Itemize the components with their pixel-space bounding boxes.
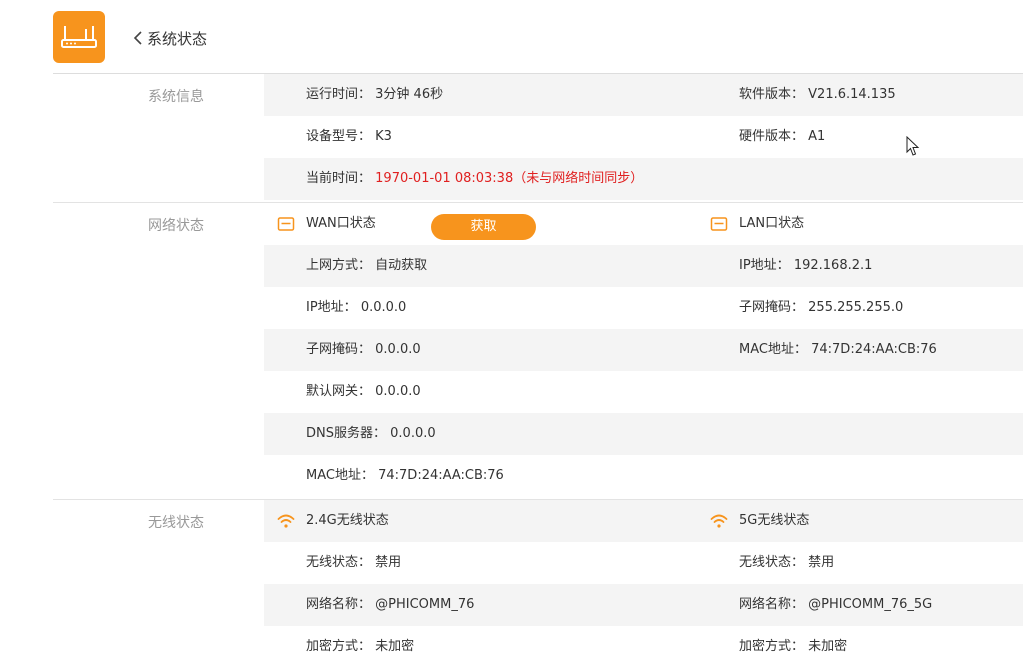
info-row: 当前时间： 1970-01-01 08:03:38（未与网络时间同步） (264, 158, 1023, 200)
band24-enc-value: 未加密 (375, 639, 415, 654)
wan-ip-value: 0.0.0.0 (360, 300, 407, 315)
band24-ssid-value: @PHICOMM_76 (375, 597, 475, 612)
model-label: 设备型号： (306, 129, 372, 144)
lan-mask-label: 子网掩码： (739, 300, 805, 315)
uptime-value: 3分钟 46秒 (375, 87, 444, 102)
hardware-version-value: A1 (808, 129, 826, 144)
info-row: 无线状态： 禁用 无线状态： 禁用 (264, 542, 1023, 584)
wan-gateway-value: 0.0.0.0 (375, 384, 421, 399)
wan-mac-value: 74:7D:24:AA:CB:76 (378, 468, 504, 483)
lan-status-title: LAN口状态 (739, 216, 805, 231)
wan-dns-value: 0.0.0.0 (390, 426, 436, 441)
model-value: K3 (375, 129, 392, 144)
wan-status-title: WAN口状态 (306, 216, 376, 231)
software-version-value: V21.6.14.135 (808, 87, 896, 102)
mouse-cursor-icon (906, 136, 920, 156)
band5-enc-label: 加密方式： (739, 639, 805, 654)
network-status-section: 网络状态 WAN口状态 获取 LAN口状态 上网方式： 自动获取 IP地址： 1… (53, 203, 1023, 500)
info-row: 子网掩码： 0.0.0.0 MAC地址： 74:7D:24:AA:CB:76 (264, 329, 1023, 371)
band5-ssid-value: @PHICOMM_76_5G (808, 597, 933, 612)
back-button[interactable]: 系统状态 (132, 27, 207, 49)
band5-status-title: 5G无线状态 (739, 513, 810, 528)
band24-enc-label: 加密方式： (306, 639, 372, 654)
info-row: 运行时间： 3分钟 46秒 软件版本： V21.6.14.135 (264, 74, 1023, 116)
band24-status-title: 2.4G无线状态 (306, 513, 389, 528)
current-time-value: 1970-01-01 08:03:38（未与网络时间同步） (375, 171, 644, 186)
band5-enc-value: 未加密 (808, 639, 848, 654)
current-time-label: 当前时间： (306, 171, 372, 186)
info-row: DNS服务器： 0.0.0.0 (264, 413, 1023, 455)
router-logo (53, 11, 105, 63)
lan-mac-value: 74:7D:24:AA:CB:76 (811, 342, 937, 357)
system-info-section: 系统信息 运行时间： 3分钟 46秒 软件版本： V21.6.14.135 设备… (53, 74, 1023, 203)
hardware-version-label: 硬件版本： (739, 129, 805, 144)
band24-state-label: 无线状态： (306, 555, 372, 570)
info-row: IP地址： 0.0.0.0 子网掩码： 255.255.255.0 (264, 287, 1023, 329)
band24-state-value: 禁用 (375, 555, 402, 570)
software-version-label: 软件版本： (739, 87, 805, 102)
fetch-button[interactable]: 获取 (431, 214, 536, 240)
lan-mac-label: MAC地址： (739, 342, 807, 357)
wan-conn-type-label: 上网方式： (306, 258, 372, 273)
wifi-icon (710, 514, 728, 528)
wan-conn-type-value: 自动获取 (375, 258, 428, 273)
section-label-system-info: 系统信息 (148, 89, 204, 105)
router-icon (61, 26, 97, 48)
wan-ip-label: IP地址： (306, 300, 357, 315)
wifi-icon (277, 514, 295, 528)
wan-mask-value: 0.0.0.0 (375, 342, 421, 357)
info-row: MAC地址： 74:7D:24:AA:CB:76 (264, 455, 1023, 497)
info-row: 网络名称： @PHICOMM_76 网络名称： @PHICOMM_76_5G (264, 584, 1023, 626)
band5-ssid-label: 网络名称： (739, 597, 805, 612)
wan-gateway-label: 默认网关： (306, 384, 372, 399)
port-header-row: WAN口状态 获取 LAN口状态 (264, 203, 1023, 245)
ethernet-port-icon (710, 217, 728, 231)
band-header-row: 2.4G无线状态 5G无线状态 (264, 500, 1023, 542)
band24-ssid-label: 网络名称： (306, 597, 372, 612)
wan-dns-label: DNS服务器： (306, 426, 386, 441)
chevron-left-icon[interactable] (132, 27, 147, 49)
wireless-status-section: 无线状态 2.4G无线状态 5G无线状态 无线状态： 禁用 无线状态： 禁用 网… (53, 500, 1023, 655)
band5-state-value: 禁用 (808, 555, 835, 570)
page-title: 系统状态 (147, 29, 208, 48)
ethernet-port-icon (277, 217, 295, 231)
band5-state-label: 无线状态： (739, 555, 805, 570)
uptime-label: 运行时间： (306, 87, 372, 102)
info-row: 加密方式： 未加密 加密方式： 未加密 (264, 626, 1023, 655)
info-row: 默认网关： 0.0.0.0 (264, 371, 1023, 413)
lan-ip-value: 192.168.2.1 (793, 258, 873, 273)
wan-mac-label: MAC地址： (306, 468, 374, 483)
section-label-network: 网络状态 (148, 218, 204, 234)
header: 系统状态 (0, 0, 1023, 74)
info-row: 上网方式： 自动获取 IP地址： 192.168.2.1 (264, 245, 1023, 287)
lan-ip-label: IP地址： (739, 258, 790, 273)
section-label-wireless: 无线状态 (148, 515, 204, 531)
lan-mask-value: 255.255.255.0 (808, 300, 904, 315)
wan-mask-label: 子网掩码： (306, 342, 372, 357)
